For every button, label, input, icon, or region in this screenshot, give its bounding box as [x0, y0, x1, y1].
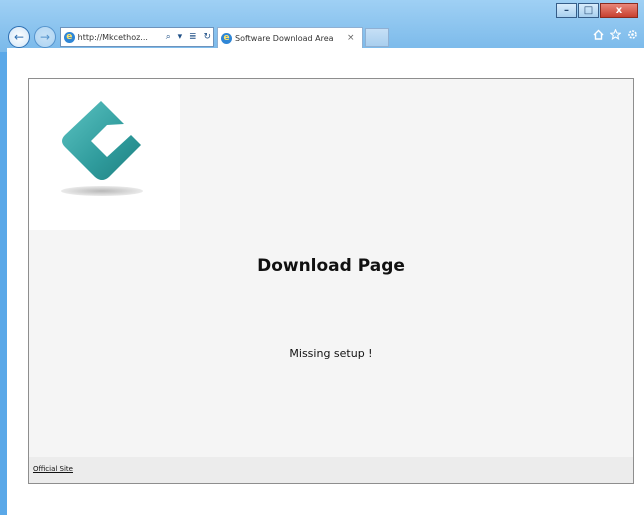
url-text[interactable]: http://Mkcethoz...	[78, 33, 163, 42]
address-bar-icons[interactable]: ⌕ ▾ ≣ ↻	[166, 32, 213, 42]
favorites-icon[interactable]	[610, 29, 621, 40]
page-title: Download Page	[257, 256, 405, 276]
tab-label: Software Download Area	[235, 33, 334, 43]
settings-icon[interactable]	[627, 29, 638, 40]
window-controls: – □ x	[556, 3, 638, 18]
page-footer: Official Site	[29, 457, 633, 483]
logo-icon	[62, 101, 141, 180]
tab-close-icon[interactable]: ×	[347, 33, 355, 43]
back-button[interactable]: ←	[8, 26, 30, 48]
forward-arrow-icon: →	[39, 30, 51, 44]
tab-software-download-area[interactable]: e Software Download Area ×	[217, 27, 363, 48]
ie-tab-icon: e	[221, 32, 232, 44]
ie-page-icon: e	[64, 31, 75, 43]
logo-shadow	[61, 186, 143, 196]
status-message: Missing setup !	[289, 347, 373, 360]
back-arrow-icon: ←	[13, 30, 25, 44]
maximize-button[interactable]: □	[578, 3, 599, 18]
close-window-button[interactable]: x	[600, 3, 638, 18]
logo-panel	[29, 79, 180, 230]
address-bar[interactable]: e http://Mkcethoz... ⌕ ▾ ≣ ↻	[60, 27, 214, 47]
browser-titlebar: – □ x ← → e http://Mkcethoz... ⌕ ▾ ≣ ↻ e…	[0, 0, 644, 52]
toolbar-icons	[593, 29, 638, 40]
download-page: Download Page Missing setup ! Official S…	[28, 78, 634, 484]
minimize-button[interactable]: –	[556, 3, 577, 18]
new-tab-button[interactable]	[365, 28, 389, 47]
forward-button[interactable]: →	[34, 26, 56, 48]
toolbar-divider	[7, 48, 644, 52]
official-site-link[interactable]: Official Site	[33, 465, 73, 473]
home-icon[interactable]	[593, 29, 604, 40]
window-border	[0, 0, 7, 515]
